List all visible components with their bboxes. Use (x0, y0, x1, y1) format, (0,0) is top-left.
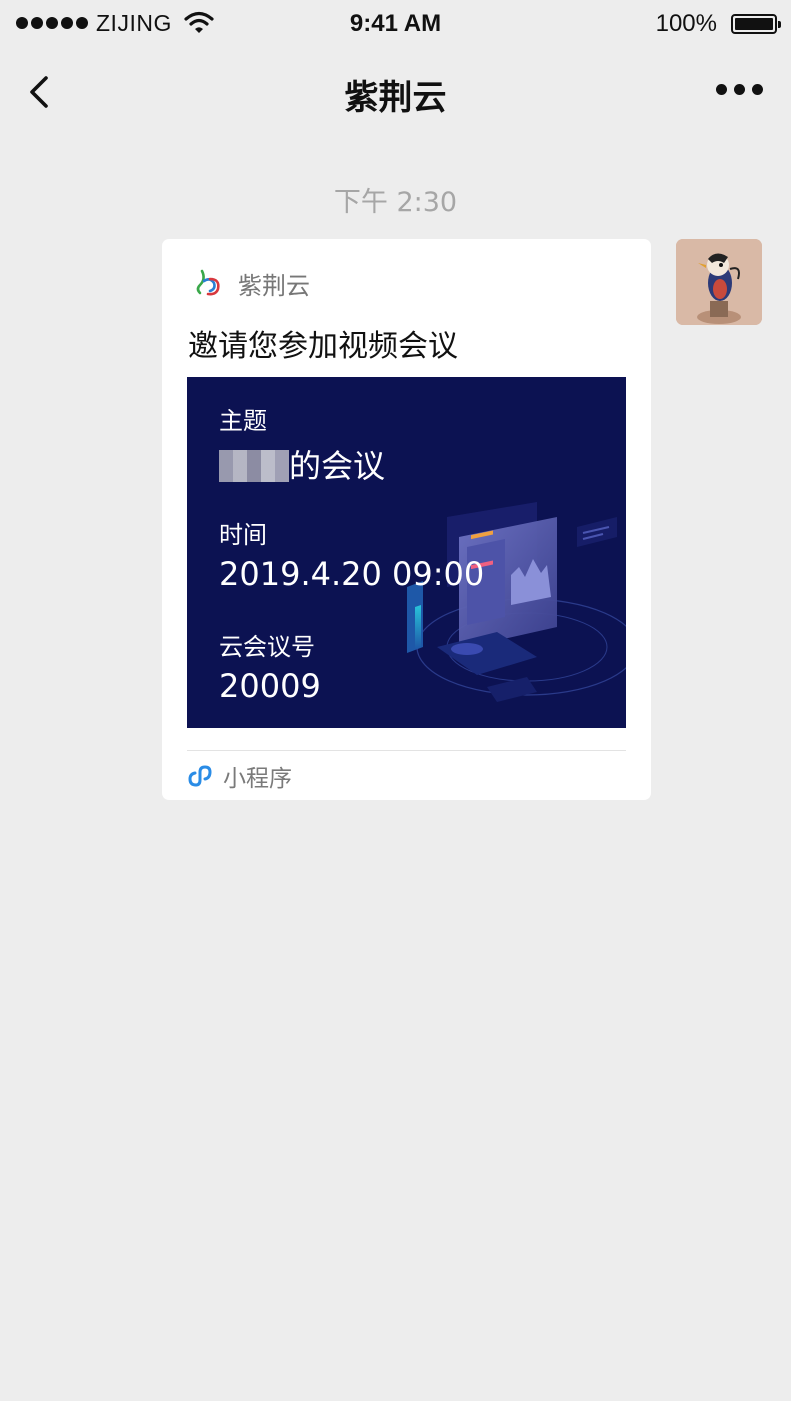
dashboard-illustration-icon (407, 502, 626, 702)
sender-avatar[interactable] (676, 239, 762, 325)
status-bar: ZIJING 9:41 AM 100% (0, 0, 791, 50)
meeting-id-label: 云会议号 (219, 633, 315, 661)
card-title: 邀请您参加视频会议 (188, 329, 458, 364)
time-value: 2019.4.20 09:00 (219, 555, 485, 593)
topic-value-text: 的会议 (289, 447, 386, 485)
topic-value: 的会议 (219, 441, 385, 487)
bird-avatar-icon (676, 239, 762, 325)
battery-percentage: 100% (655, 10, 717, 37)
navigation-bar: 紫荆云 (0, 50, 791, 134)
card-footer: 小程序 (187, 760, 292, 792)
more-options-button[interactable] (716, 84, 763, 95)
mini-program-card[interactable]: 紫荆云 邀请您参加视频会议 主题 的会议 时间 2019.4.20 09:00 … (162, 239, 651, 800)
mini-program-label: 小程序 (223, 766, 292, 792)
meeting-preview-image: 主题 的会议 时间 2019.4.20 09:00 云会议号 20009 (187, 377, 626, 728)
topic-label: 主题 (219, 407, 267, 435)
battery-icon (731, 14, 781, 34)
message-timestamp: 下午 2:30 (333, 187, 458, 218)
meeting-id-value: 20009 (219, 667, 321, 705)
more-dot-icon (716, 84, 727, 95)
chat-title: 紫荆云 (344, 78, 447, 118)
card-divider (187, 750, 626, 751)
zijing-cloud-logo-icon (196, 269, 220, 296)
more-dot-icon (752, 84, 763, 95)
time-label: 时间 (219, 521, 267, 549)
card-app-header: 紫荆云 (192, 263, 310, 303)
redacted-name-mosaic (219, 450, 289, 482)
card-app-name: 紫荆云 (238, 271, 310, 300)
more-dot-icon (734, 84, 745, 95)
mini-program-icon (188, 765, 212, 787)
